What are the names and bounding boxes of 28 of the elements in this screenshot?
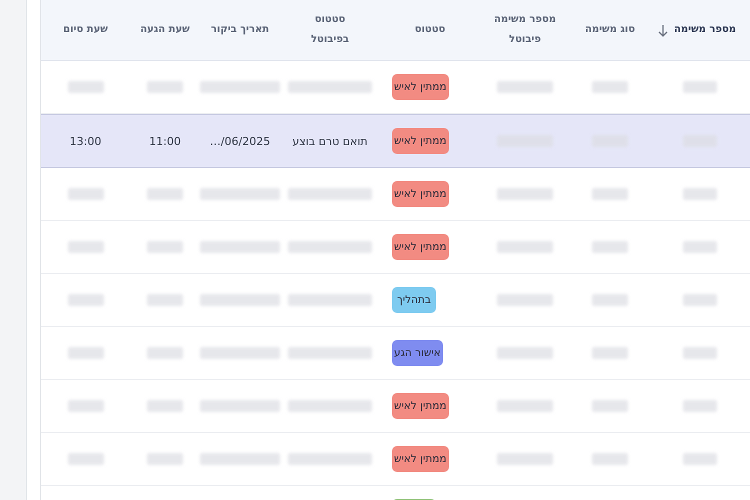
status-badge: ממתין לאיש — [392, 181, 448, 207]
table-cell: 13:00 — [70, 134, 102, 148]
column-header[interactable]: סטטוס בפיבוטל — [298, 10, 362, 50]
column-header[interactable]: סוג משימה — [584, 20, 636, 40]
table-row[interactable]: ממתין לאיש — [41, 168, 750, 221]
table-cell: 11:00 — [149, 134, 181, 148]
table-cell: …/06/2025 — [210, 134, 270, 148]
column-header[interactable]: מספר משימה פיבוטל — [493, 10, 557, 50]
column-header[interactable]: סטטוס — [414, 20, 446, 40]
status-badge: ממתין לאיש — [392, 393, 448, 419]
status-badge: ממתין לאיש — [392, 234, 448, 260]
column-header[interactable]: מספר משימה — [674, 20, 736, 40]
status-badge: בתהליך — [392, 287, 436, 313]
status-badge: ממתין לאיש — [392, 74, 448, 100]
table-row[interactable]: ממתין לאיש — [41, 380, 750, 433]
column-header[interactable]: שעת סיום — [63, 20, 108, 40]
status-badge: ממתין לאיש — [392, 446, 448, 472]
table-row[interactable]: בתהליך — [41, 274, 750, 327]
status-badge: אישור הגע — [392, 340, 443, 366]
sort-arrow-icon[interactable] — [658, 24, 668, 36]
status-badge: ממתין לאיש — [392, 128, 448, 154]
column-header[interactable]: תאריך ביקור — [210, 20, 270, 40]
table-row[interactable]: אישור הגע — [41, 327, 750, 380]
table-cell: תואם טרם בוצע — [292, 134, 368, 148]
table-row[interactable]: ממתין לאיש — [41, 221, 750, 274]
column-header[interactable]: שעת הגעה — [140, 20, 190, 40]
table-row[interactable]: ממתין לאיש — [41, 61, 750, 114]
table-row[interactable]: ממתין לאיש — [41, 433, 750, 486]
